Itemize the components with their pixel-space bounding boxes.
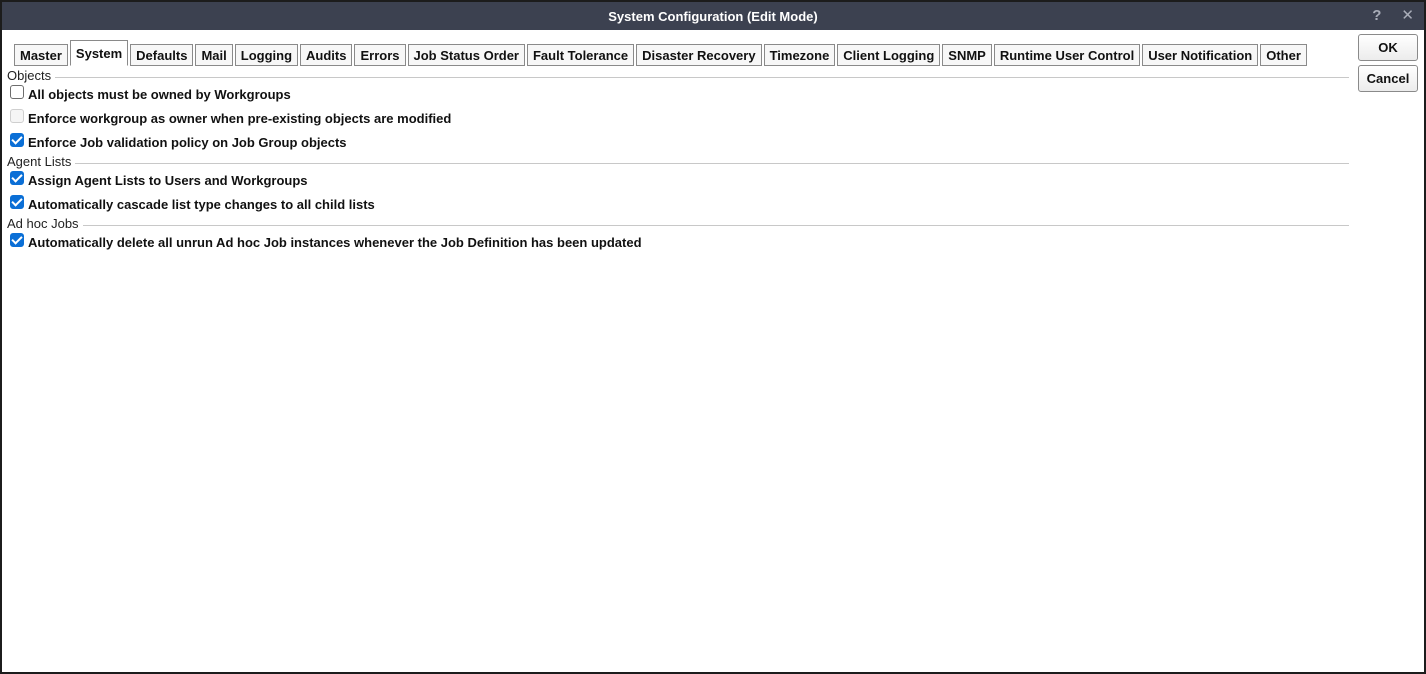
tab-fault-tolerance[interactable]: Fault Tolerance	[526, 44, 635, 66]
ok-button[interactable]: OK	[1358, 34, 1418, 61]
option-enforce-workgroup-owner: Enforce workgroup as owner when pre-exis…	[7, 106, 1349, 130]
tab-system[interactable]: System	[69, 40, 129, 66]
option-enforce-job-validation: Enforce Job validation policy on Job Gro…	[7, 130, 1349, 154]
option-label: Automatically delete all unrun Ad hoc Jo…	[28, 234, 642, 250]
divider	[82, 224, 1349, 226]
cancel-button[interactable]: Cancel	[1358, 65, 1418, 92]
tab-errors[interactable]: Errors	[354, 44, 406, 66]
tab-disaster-recovery[interactable]: Disaster Recovery	[636, 44, 762, 66]
checkbox-objects-owned-by-workgroups[interactable]	[10, 85, 24, 99]
option-label: Enforce Job validation policy on Job Gro…	[28, 134, 347, 150]
tab-client-logging[interactable]: Client Logging	[837, 44, 941, 66]
tab-job-status-order[interactable]: Job Status Order	[407, 44, 525, 66]
tab-mail[interactable]: Mail	[195, 44, 233, 66]
divider	[55, 76, 1349, 78]
option-label: Enforce workgroup as owner when pre-exis…	[28, 110, 452, 126]
adhoc-jobs-group-header: Ad hoc Jobs	[7, 215, 1349, 231]
tab-other[interactable]: Other	[1260, 44, 1307, 66]
checkbox-enforce-workgroup-owner	[10, 109, 24, 123]
option-assign-agent-lists: Assign Agent Lists to Users and Workgrou…	[7, 168, 1349, 192]
tab-runtime-user-control[interactable]: Runtime User Control	[993, 44, 1141, 66]
tab-defaults[interactable]: Defaults	[130, 44, 194, 66]
system-configuration-dialog: System Configuration (Edit Mode) ? ✕ Mas…	[0, 0, 1426, 674]
objects-group-title: Objects	[7, 67, 52, 83]
title-bar: System Configuration (Edit Mode) ? ✕	[2, 2, 1424, 30]
tab-audits[interactable]: Audits	[300, 44, 353, 66]
option-label: Automatically cascade list type changes …	[28, 196, 375, 212]
tab-logging[interactable]: Logging	[234, 44, 299, 66]
dialog-title: System Configuration (Edit Mode)	[608, 8, 818, 24]
tab-snmp[interactable]: SNMP	[942, 44, 992, 66]
system-tab-panel: Objects All objects must be owned by Wor…	[7, 68, 1349, 254]
option-label: All objects must be owned by Workgroups	[28, 86, 291, 102]
close-icon[interactable]: ✕	[1401, 8, 1414, 23]
checkbox-assign-agent-lists[interactable]	[10, 171, 24, 185]
option-objects-owned-by-workgroups: All objects must be owned by Workgroups	[7, 82, 1349, 106]
tab-timezone[interactable]: Timezone	[763, 44, 836, 66]
adhoc-jobs-group-title: Ad hoc Jobs	[7, 215, 79, 231]
option-label: Assign Agent Lists to Users and Workgrou…	[28, 172, 308, 188]
agent-lists-group-header: Agent Lists	[7, 153, 1349, 169]
checkbox-cascade-list-type[interactable]	[10, 195, 24, 209]
tab-strip: Master System Defaults Mail Logging Audi…	[14, 40, 1309, 66]
divider	[75, 162, 1349, 164]
dialog-buttons: OK Cancel	[1358, 34, 1418, 92]
checkbox-delete-unrun-adhoc[interactable]	[10, 233, 24, 247]
option-delete-unrun-adhoc: Automatically delete all unrun Ad hoc Jo…	[7, 230, 1349, 254]
checkbox-enforce-job-validation[interactable]	[10, 133, 24, 147]
objects-group-header: Objects	[7, 67, 1349, 83]
title-bar-controls: ? ✕	[1372, 2, 1414, 28]
agent-lists-group-title: Agent Lists	[7, 153, 72, 169]
help-icon[interactable]: ?	[1372, 8, 1381, 23]
option-cascade-list-type: Automatically cascade list type changes …	[7, 192, 1349, 216]
tab-user-notification[interactable]: User Notification	[1142, 44, 1259, 66]
tab-master[interactable]: Master	[14, 44, 68, 66]
